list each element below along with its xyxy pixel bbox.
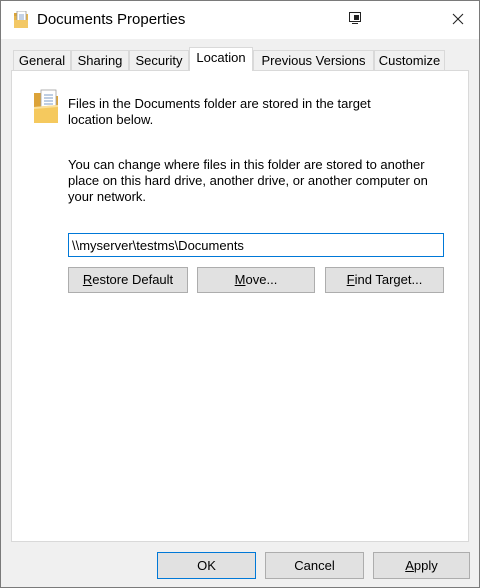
location-info-text: Files in the Documents folder are stored… xyxy=(68,96,398,128)
info-line: Files in the Documents folder are stored… xyxy=(68,96,371,111)
info-line: location below. xyxy=(68,112,154,127)
help-line: You can change where files in this folde… xyxy=(68,157,425,172)
apply-button[interactable]: Apply xyxy=(373,552,470,579)
location-help-text: You can change where files in this folde… xyxy=(68,157,448,205)
pin-window-icon xyxy=(348,11,362,28)
tab-previous-versions[interactable]: Previous Versions xyxy=(253,50,374,70)
properties-dialog: Documents Properties General Sharing Sec xyxy=(0,0,480,588)
close-icon xyxy=(452,13,464,28)
find-target-button[interactable]: Find Target... xyxy=(325,267,444,293)
close-button[interactable] xyxy=(441,7,475,33)
tab-security[interactable]: Security xyxy=(129,50,189,70)
documents-folder-icon xyxy=(13,10,29,29)
ok-button[interactable]: OK xyxy=(157,552,256,579)
cancel-button[interactable]: Cancel xyxy=(265,552,364,579)
window-title: Documents Properties xyxy=(37,11,186,28)
target-path-input[interactable] xyxy=(68,233,444,257)
pin-window-button[interactable] xyxy=(341,7,369,31)
tab-general[interactable]: General xyxy=(13,50,71,70)
tab-location[interactable]: Location xyxy=(189,47,253,71)
location-tab-panel: Files in the Documents folder are stored… xyxy=(11,70,469,542)
move-button[interactable]: Move... xyxy=(197,267,315,293)
documents-folder-icon xyxy=(32,89,60,125)
tab-customize[interactable]: Customize xyxy=(374,50,445,70)
restore-default-button[interactable]: Restore Default xyxy=(68,267,188,293)
title-bar: Documents Properties xyxy=(1,1,479,39)
tab-sharing[interactable]: Sharing xyxy=(71,50,129,70)
help-line: place on this hard drive, another drive,… xyxy=(68,173,428,188)
help-line: your network. xyxy=(68,189,147,204)
